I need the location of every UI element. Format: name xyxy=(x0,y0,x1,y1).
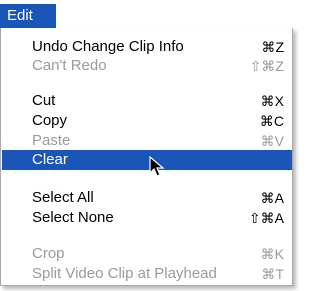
shortcut-label: ⌘X xyxy=(260,93,284,109)
menu-item-clear[interactable]: Clear xyxy=(2,150,292,170)
menu-item-label: Split Video Clip at Playhead xyxy=(32,265,217,282)
edit-menu-dropdown: Undo Change Clip Info ⌘Z Can't Redo ⇧⌘Z … xyxy=(0,28,293,286)
menu-item-redo: Can't Redo ⇧⌘Z xyxy=(1,56,293,76)
shortcut-label: ⌘V xyxy=(260,133,284,149)
menu-item-label: Undo Change Clip Info xyxy=(32,38,184,55)
menu-item-label: Select All xyxy=(32,189,94,206)
menu-item-crop: Crop ⌘K xyxy=(1,244,293,264)
edit-menu-screenshot: Edit Undo Change Clip Info ⌘Z Can't Redo… xyxy=(0,0,301,291)
menu-item-split-video-clip: Split Video Clip at Playhead ⌘T xyxy=(1,264,293,284)
menu-item-label: Select None xyxy=(32,209,114,226)
shortcut-label: ⌘Z xyxy=(261,39,284,55)
menu-item-copy[interactable]: Copy ⌘C xyxy=(1,111,293,131)
menu-item-label: Cut xyxy=(32,92,56,109)
shortcut-label: ⌘T xyxy=(261,266,284,282)
shortcut-label: ⇧⌘A xyxy=(248,210,284,226)
arrow-pointer-icon xyxy=(149,156,165,177)
menu-item-select-all[interactable]: Select All ⌘A xyxy=(1,188,293,208)
shortcut-label: ⌘K xyxy=(260,246,284,262)
menu-item-select-none[interactable]: Select None ⇧⌘A xyxy=(1,208,293,228)
menu-title-edit[interactable]: Edit xyxy=(0,4,56,28)
menu-item-label: Copy xyxy=(32,112,68,129)
shortcut-label: ⌘A xyxy=(260,190,284,206)
menu-item-paste: Paste ⌘V xyxy=(1,131,293,151)
menu-item-label: Can't Redo xyxy=(32,57,107,74)
menu-item-label: Clear xyxy=(32,151,68,168)
shortcut-label: ⌘C xyxy=(259,113,284,129)
menu-item-undo[interactable]: Undo Change Clip Info ⌘Z xyxy=(1,37,293,57)
shortcut-label: ⇧⌘Z xyxy=(249,58,284,74)
menu-item-label: Paste xyxy=(32,132,71,149)
menu-item-label: Crop xyxy=(32,245,65,262)
menu-item-cut[interactable]: Cut ⌘X xyxy=(1,91,293,111)
